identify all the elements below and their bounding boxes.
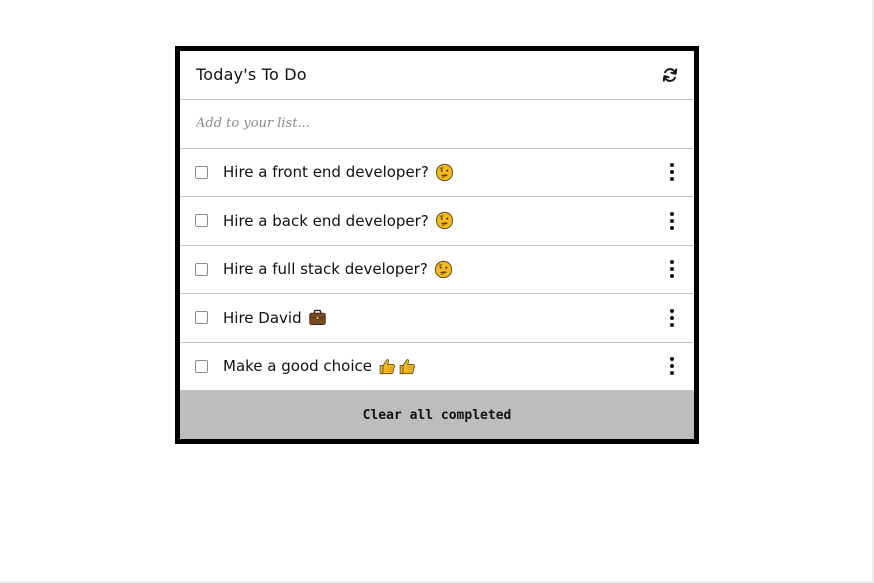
todo-checkbox[interactable]	[195, 359, 208, 373]
more-options-icon[interactable]	[668, 211, 676, 230]
clear-completed-label: Clear all completed	[362, 407, 512, 423]
todo-checkbox[interactable]	[195, 214, 208, 228]
thinking-face-icon	[435, 211, 454, 230]
page: Today's To Do Hire a front end developer…	[0, 0, 874, 583]
todo-item-text: Hire a full stack developer?	[223, 260, 668, 279]
add-item-input[interactable]	[196, 116, 678, 132]
todo-checkbox[interactable]	[195, 311, 208, 325]
todo-item-label: Hire a front end developer?	[223, 163, 429, 182]
todo-list: Hire a front end developer? Hire a back …	[180, 149, 694, 392]
more-options-icon[interactable]	[668, 308, 676, 327]
more-options-icon[interactable]	[668, 260, 676, 279]
todo-item-text: Hire David	[223, 308, 668, 327]
page-title: Today's To Do	[196, 65, 307, 85]
todo-item: Make a good choice	[180, 343, 694, 392]
briefcase-icon	[308, 308, 327, 327]
todo-item-label: Make a good choice	[223, 357, 372, 376]
more-options-icon[interactable]	[668, 357, 676, 376]
add-item-row	[180, 100, 694, 149]
thumbs-up-icon	[398, 357, 417, 376]
thinking-face-icon	[434, 260, 453, 279]
refresh-icon[interactable]	[660, 65, 680, 85]
todo-item-label: Hire a full stack developer?	[223, 260, 428, 279]
todo-item-label: Hire David	[223, 308, 302, 327]
todo-checkbox[interactable]	[195, 262, 208, 276]
todo-item: Hire a back end developer?	[180, 197, 694, 246]
todo-card: Today's To Do Hire a front end developer…	[175, 46, 699, 444]
thinking-face-icon	[435, 163, 454, 182]
todo-item-text: Hire a back end developer?	[223, 211, 668, 230]
todo-item: Hire a full stack developer?	[180, 246, 694, 295]
clear-completed-button[interactable]: Clear all completed	[180, 391, 694, 439]
todo-item-text: Make a good choice	[223, 357, 668, 376]
todo-item-text: Hire a front end developer?	[223, 163, 668, 182]
thumbs-up-icon	[378, 357, 397, 376]
more-options-icon[interactable]	[668, 163, 676, 182]
todo-header: Today's To Do	[180, 51, 694, 100]
todo-checkbox[interactable]	[195, 165, 208, 179]
todo-item: Hire David	[180, 294, 694, 343]
todo-item: Hire a front end developer?	[180, 149, 694, 198]
todo-item-label: Hire a back end developer?	[223, 211, 429, 230]
